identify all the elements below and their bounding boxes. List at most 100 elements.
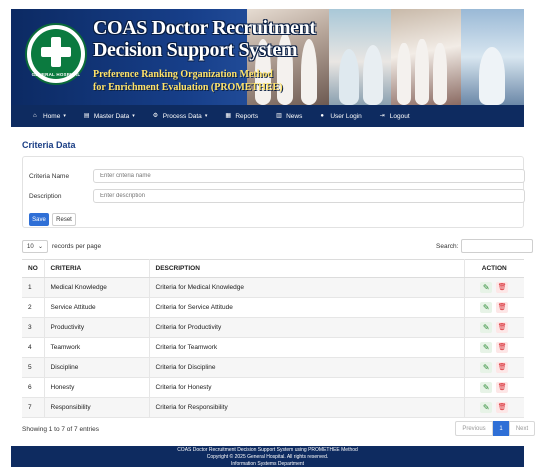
search-input[interactable] <box>461 239 533 253</box>
nav-item-home[interactable]: ⌂ Home ▾ <box>33 105 66 127</box>
edit-icon[interactable]: ✎ <box>480 302 493 313</box>
cell-description: Criteria for Discipline <box>149 357 465 378</box>
column-header-no[interactable]: NO <box>22 259 45 278</box>
trash-icon[interactable]: 🗑 <box>496 402 509 413</box>
edit-icon[interactable]: ✎ <box>480 322 493 333</box>
footer: COAS Doctor Recruitment Decision Support… <box>11 446 524 467</box>
cell-description: Criteria for Responsibility <box>149 397 465 418</box>
edit-icon[interactable]: ✎ <box>480 402 493 413</box>
nav-item-master-data[interactable]: ▤ Master Data ▾ <box>84 105 135 127</box>
banner-photo-staff <box>391 9 461 105</box>
previous-page-button[interactable]: Previous <box>455 421 493 436</box>
gear-icon: ⚙ <box>152 113 159 119</box>
nav-item-label: Logout <box>389 112 410 120</box>
cell-criteria: Discipline <box>44 357 150 378</box>
table-header-row: NO CRITERIA DESCRIPTION ACTION <box>22 259 524 278</box>
table-row: 4 Teamwork Criteria for Teamwork ✎ 🗑 <box>22 337 524 358</box>
pagination: Previous 1 Next <box>455 421 535 436</box>
entries-info: Showing 1 to 7 of 7 entries <box>22 426 99 433</box>
cell-no: 1 <box>22 277 45 298</box>
nav-item-process-data[interactable]: ⚙ Process Data ▾ <box>153 105 208 127</box>
app-subtitle-line1: Preference Ranking Organization Method <box>93 69 273 80</box>
app-subtitle-line2: for Enrichment Evaluation (PROMETHEE) <box>93 82 283 93</box>
cell-no: 2 <box>22 297 45 318</box>
cell-action: ✎ 🗑 <box>464 297 524 318</box>
cell-criteria: Productivity <box>44 317 150 338</box>
edit-icon[interactable]: ✎ <box>480 362 493 373</box>
edit-icon[interactable]: ✎ <box>480 382 493 393</box>
logo-text: GENERAL HOSPITAL <box>31 72 81 77</box>
trash-icon[interactable]: 🗑 <box>496 322 509 333</box>
description-input[interactable] <box>93 189 525 203</box>
trash-icon[interactable]: 🗑 <box>496 362 509 373</box>
reset-button[interactable]: Reset <box>52 213 76 226</box>
nav-item-label: Process Data <box>162 112 202 120</box>
page-size-select[interactable]: 10 ⌄ <box>22 240 48 253</box>
app-title-line1: COAS Doctor Recruitment <box>93 17 316 39</box>
cell-criteria: Medical Knowledge <box>44 277 150 298</box>
table-row: 2 Service Attitude Criteria for Service … <box>22 297 524 318</box>
next-page-button[interactable]: Next <box>509 421 535 436</box>
header-banner: GENERAL HOSPITAL COAS Doctor Recruitment… <box>11 9 524 105</box>
nav-item-label: Home <box>43 112 61 120</box>
cell-no: 7 <box>22 397 45 418</box>
cell-no: 3 <box>22 317 45 338</box>
criteria-form: Criteria Name Description Save Reset <box>22 156 525 228</box>
chevron-down-icon: ▾ <box>204 113 208 119</box>
page: GENERAL HOSPITAL COAS Doctor Recruitment… <box>11 9 535 467</box>
table-row: 5 Discipline Criteria for Discipline ✎ 🗑 <box>22 357 524 378</box>
footer-line-1: COAS Doctor Recruitment Decision Support… <box>177 447 358 453</box>
criteria-name-label: Criteria Name <box>29 173 70 180</box>
records-label: records per page <box>52 243 102 250</box>
table-row: 3 Productivity Criteria for Productivity… <box>22 317 524 338</box>
report-icon: ▦ <box>225 113 231 119</box>
page-number-button[interactable]: 1 <box>493 421 509 436</box>
cell-description: Criteria for Medical Knowledge <box>149 277 465 298</box>
nav-item-news[interactable]: ▥ News <box>276 105 302 127</box>
records-per-page: 10 ⌄ records per page <box>22 240 101 253</box>
database-icon: ▤ <box>83 113 90 119</box>
cell-description: Criteria for Service Attitude <box>149 297 465 318</box>
footer-line-3: Information Systems Department <box>230 461 305 467</box>
trash-icon[interactable]: 🗑 <box>496 302 509 313</box>
nav-item-reports[interactable]: ▦ Reports <box>225 105 258 127</box>
logout-icon: ⇥ <box>379 113 385 119</box>
cell-action: ✎ 🗑 <box>464 377 524 398</box>
nav-item-label: Reports <box>235 112 259 120</box>
column-header-action: ACTION <box>464 259 524 278</box>
cell-description: Criteria for Teamwork <box>149 337 465 358</box>
chevron-down-icon: ▾ <box>63 113 66 119</box>
page-title: Criteria Data <box>22 140 76 150</box>
main-nav: ⌂ Home ▾ ▤ Master Data ▾ ⚙ Process Data … <box>11 105 524 127</box>
nav-item-user-login[interactable]: ● User Login <box>320 105 361 127</box>
hospital-logo: GENERAL HOSPITAL <box>25 23 87 85</box>
cell-action: ✎ 🗑 <box>464 277 524 298</box>
cell-no: 6 <box>22 377 45 398</box>
cell-description: Criteria for Honesty <box>149 377 465 398</box>
home-icon: ⌂ <box>33 113 37 119</box>
table-row: 1 Medical Knowledge Criteria for Medical… <box>22 277 524 298</box>
trash-icon[interactable]: 🗑 <box>496 342 509 353</box>
cell-criteria: Responsibility <box>44 397 150 418</box>
cell-criteria: Service Attitude <box>44 297 150 318</box>
chevron-down-icon: ▾ <box>132 113 135 119</box>
trash-icon[interactable]: 🗑 <box>496 282 509 293</box>
edit-icon[interactable]: ✎ <box>480 282 493 293</box>
banner-photo-ultrasound <box>461 9 524 105</box>
cell-action: ✎ 🗑 <box>464 397 524 418</box>
chevron-down-icon: ⌄ <box>37 244 43 250</box>
nav-item-label: User Login <box>330 112 362 120</box>
banner-photo-surgery <box>329 9 391 105</box>
nav-item-label: News <box>286 112 303 120</box>
save-button[interactable]: Save <box>29 213 49 226</box>
cell-criteria: Honesty <box>44 377 150 398</box>
trash-icon[interactable]: 🗑 <box>496 382 509 393</box>
column-header-criteria[interactable]: CRITERIA <box>44 259 150 278</box>
criteria-name-input[interactable] <box>93 169 525 183</box>
cell-action: ✎ 🗑 <box>464 357 524 378</box>
app-title-line2: Decision Support System <box>93 39 298 61</box>
cell-action: ✎ 🗑 <box>464 337 524 358</box>
nav-item-logout[interactable]: ⇥ Logout <box>380 105 410 127</box>
column-header-description[interactable]: DESCRIPTION <box>149 259 465 278</box>
edit-icon[interactable]: ✎ <box>480 342 493 353</box>
